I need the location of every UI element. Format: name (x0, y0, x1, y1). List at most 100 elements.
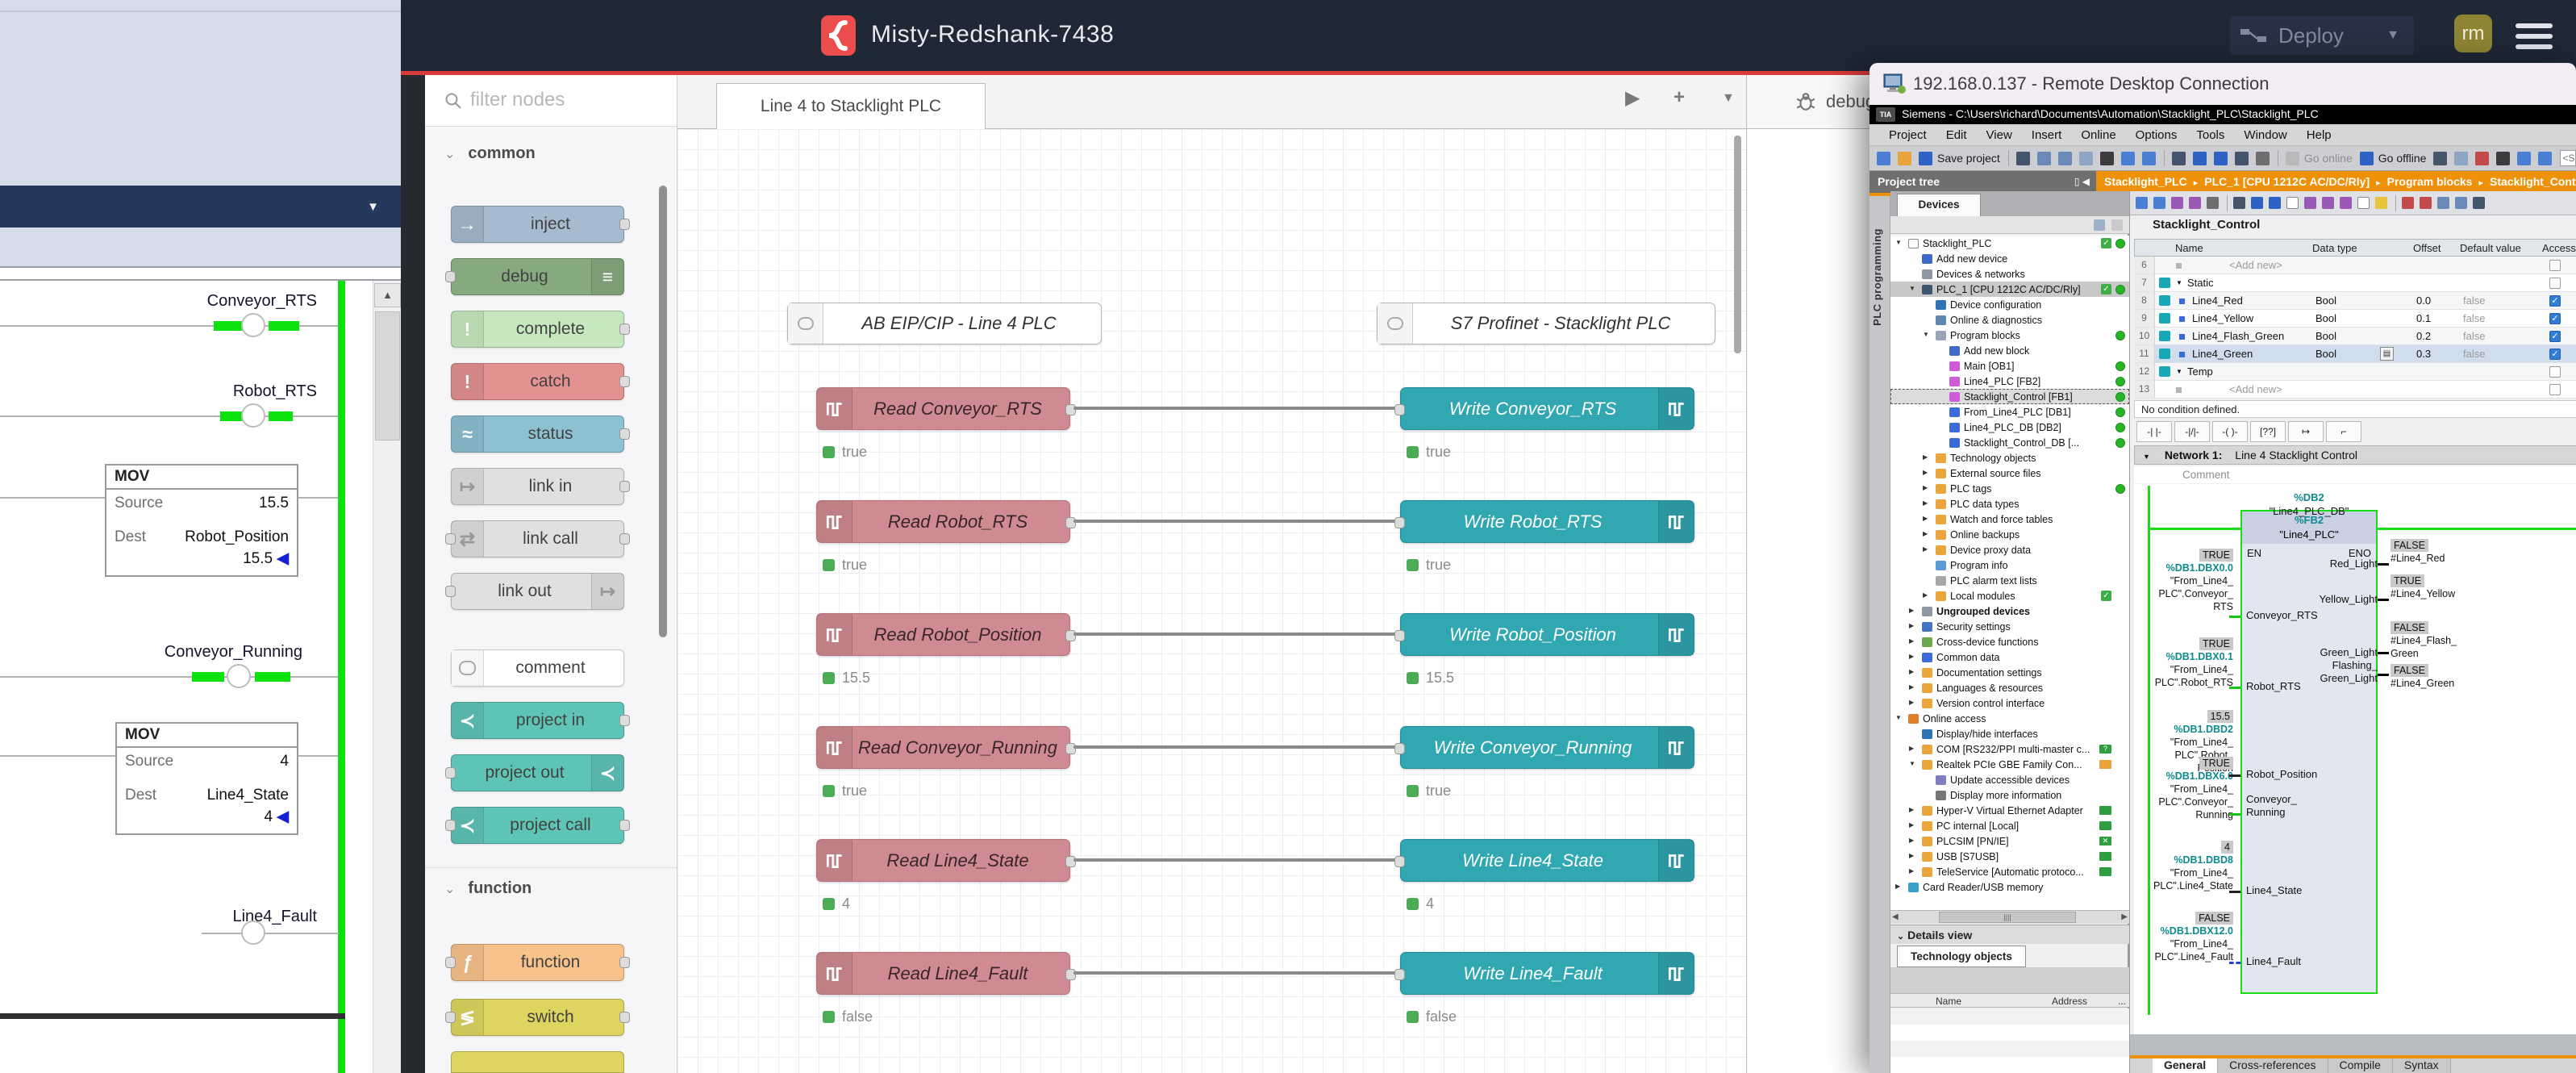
node-output-port[interactable] (619, 376, 630, 387)
palette-node[interactable]: inject (451, 206, 624, 243)
palette-node[interactable]: complete (451, 311, 624, 348)
tree-row[interactable]: Card Reader/USB memory ✓ (1890, 879, 2129, 895)
tree-chevron-icon[interactable] (1923, 591, 1931, 599)
network-header[interactable]: ▼ Network 1: Line 4 Stacklight Control (2134, 445, 2576, 465)
copy-icon[interactable] (2058, 152, 2072, 165)
tree-row[interactable]: Security settings ✓ (1890, 619, 2129, 634)
tab-list-chevron-icon[interactable]: ▼ (1722, 91, 1735, 106)
network-chevron-icon[interactable]: ▼ (2143, 453, 2150, 461)
tia-ladder-canvas[interactable]: %FB2 "Line4_PLC" EN ENO %DB2 "Line4_PLC_… (2134, 484, 2576, 1034)
palette-scrollbar[interactable] (659, 186, 667, 637)
accessible-checkbox[interactable] (2549, 295, 2561, 307)
eip-read-node[interactable]: Read Line4_Fault (816, 952, 1070, 995)
tree-row[interactable]: Device proxy data ✓ (1890, 542, 2129, 557)
instance-db-label[interactable]: %DB2 "Line4_PLC_DB" (2240, 491, 2378, 518)
tree-row[interactable]: Local modules ✓ (1890, 588, 2129, 603)
expand-all-icon[interactable] (2233, 197, 2245, 209)
monitor-icon[interactable] (2304, 197, 2316, 209)
tree-row[interactable]: Version control interface ✓ (1890, 695, 2129, 711)
user-avatar[interactable]: rm (2454, 15, 2492, 52)
palette-node[interactable]: project in (451, 702, 624, 739)
tree-row[interactable]: External source files ✓ (1890, 466, 2129, 481)
tile-vertical-icon[interactable] (2538, 152, 2552, 165)
tree-row[interactable]: Online & diagnostics ✓ (1890, 312, 2129, 328)
node-output-port[interactable] (619, 481, 630, 492)
comments-toggle-icon[interactable] (2286, 197, 2299, 209)
tree-row[interactable]: Watch and force tables ✓ (1890, 511, 2129, 527)
tree-chevron-icon[interactable] (1909, 866, 1917, 875)
node-output-port[interactable] (619, 715, 630, 726)
breadcrumb-plc[interactable]: PLC_1 [CPU 1212C AC/DC/Rly] (2204, 175, 2370, 188)
tree-row[interactable]: COM [RS232/PPI multi-master c... ✓ (1890, 741, 2129, 757)
tab-syntax[interactable]: Syntax (2393, 1058, 2451, 1073)
coil-symbol[interactable] (241, 313, 265, 337)
chevron-down-icon[interactable]: ▼ (367, 200, 379, 214)
node-input-port[interactable] (445, 533, 456, 545)
tree-chevron-icon[interactable] (1923, 499, 1931, 507)
scroll-up-icon[interactable]: ▲ (374, 283, 401, 307)
scrollbar-thumb[interactable]: |||| (1939, 912, 2076, 923)
go-offline-icon[interactable] (2360, 152, 2374, 165)
menu-online[interactable]: Online (2081, 128, 2115, 142)
deploy-button[interactable]: Deploy ▼ (2230, 16, 2414, 55)
palette-node[interactable]: status (451, 415, 624, 453)
tree-row[interactable]: Online backups ✓ (1890, 527, 2129, 542)
accessible-checkbox[interactable] (2549, 331, 2561, 342)
tree-row[interactable]: Update accessible devices ✓ (1890, 772, 2129, 787)
close-branch-icon[interactable]: ⌐ (2326, 421, 2361, 442)
project-search-input[interactable]: <Sea (2560, 150, 2576, 166)
tree-row[interactable]: Line4_PLC [FB2] ✓ (1890, 374, 2129, 389)
save-project-icon[interactable] (1919, 152, 1932, 165)
save-project-label[interactable]: Save project (1937, 152, 2000, 165)
compare-icon[interactable] (2473, 197, 2485, 209)
palette-node[interactable]: comment (451, 649, 624, 687)
breadcrumb-block[interactable]: Stacklight_Control (2490, 175, 2576, 188)
insert-row-icon[interactable] (2136, 197, 2148, 209)
canvas-scrollbar[interactable] (1734, 136, 1741, 353)
s7-write-node[interactable]: Write Conveyor_Running (1400, 726, 1694, 769)
diagnostics-icon[interactable] (2433, 152, 2447, 165)
menu-view[interactable]: View (1986, 128, 2012, 142)
add-tab-icon[interactable]: + (1674, 86, 1685, 109)
node-output-port[interactable] (619, 1012, 630, 1023)
tag-table-row[interactable]: 10 ▼ Line4_Flash_Green Bool ▤ 0.2 false (2134, 328, 2576, 345)
tree-row[interactable]: Program blocks ✓ (1890, 328, 2129, 343)
tab-compile[interactable]: Compile (2328, 1058, 2393, 1073)
palette-node-partial[interactable] (451, 1051, 624, 1073)
menu-insert[interactable]: Insert (2032, 128, 2062, 142)
col-name[interactable]: Name (2175, 242, 2203, 254)
mov-instruction[interactable]: MOV Source 15.5 Dest Robot_Position 15.5… (105, 464, 298, 577)
eip-read-node[interactable]: Read Line4_State (816, 839, 1070, 882)
fb-input-pin[interactable]: Conveyor_RTS (2246, 609, 2318, 622)
tag-name[interactable]: Line4_Flash_Green (2192, 330, 2284, 342)
flow-wire[interactable] (1073, 971, 1402, 975)
col-offset[interactable]: Offset (2413, 242, 2441, 254)
eip-read-node[interactable]: Read Robot_Position (816, 613, 1070, 656)
contact-nc-icon[interactable]: -|/|- (2174, 421, 2210, 442)
col-accessible[interactable]: Accessible (2542, 242, 2576, 254)
undo-icon[interactable] (2121, 152, 2135, 165)
modify-icon[interactable] (2322, 197, 2334, 209)
tree-chevron-icon[interactable] (1909, 667, 1917, 675)
tag-name[interactable]: Line4_Green (2192, 348, 2253, 360)
tree-row[interactable]: PLC data types ✓ (1890, 496, 2129, 511)
fb-input-operand[interactable]: TRUE %DB1.DBX0.1 "From_Line4_ PLC".Robot… (2134, 637, 2233, 689)
s7-write-node[interactable]: Write Line4_State (1400, 839, 1694, 882)
accessible-checkbox[interactable] (2549, 260, 2561, 271)
tree-filter-icon[interactable] (2111, 219, 2123, 231)
accessible-checkbox[interactable] (2549, 313, 2561, 324)
palette-node[interactable]: project out (451, 754, 624, 791)
palette-node[interactable]: catch (451, 363, 624, 400)
delete-row-icon[interactable] (2153, 197, 2165, 209)
flow-canvas[interactable]: AB EIP/CIP - Line 4 PLC S7 Profinet - St… (677, 129, 1746, 1073)
tag-name[interactable]: <Add new> (2229, 259, 2282, 271)
palette-search[interactable]: filter nodes (425, 75, 677, 127)
upload-from-device-icon[interactable] (2214, 152, 2228, 165)
tree-row[interactable]: Program info ✓ (1890, 557, 2129, 573)
breadcrumb-project[interactable]: Stacklight_PLC (2104, 175, 2187, 188)
tree-row[interactable]: Display/hide interfaces ✓ (1890, 726, 2129, 741)
tag-table-row[interactable]: 6 ▼ <Add new> ▤ (2134, 257, 2576, 274)
palette-node[interactable]: project call (451, 807, 624, 844)
snapshot-icon[interactable] (2189, 197, 2201, 209)
s7-write-node[interactable]: Write Conveyor_RTS (1400, 387, 1694, 430)
